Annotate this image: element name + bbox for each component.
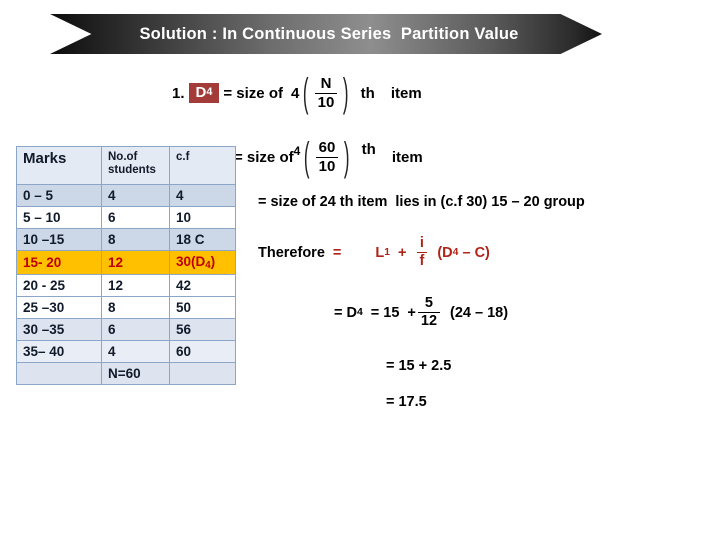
line4-fraction: i f [416, 235, 428, 269]
cell-students: 12 [101, 274, 170, 298]
cell-cf-empty [169, 362, 236, 386]
cell-students: 8 [101, 228, 170, 251]
table-header-row: Marks No.of students c.f [16, 146, 236, 185]
line4-plus: + [398, 244, 407, 261]
frequency-table-container: Marks No.of students c.f 0 – 5 4 4 5 – 1… [16, 146, 236, 386]
line2-item: item [391, 148, 423, 166]
line5-equals-15: = 15 [370, 304, 400, 321]
line1-item: item [390, 84, 422, 102]
line2-equals-size-of: = size of [234, 148, 294, 166]
right-paren-icon: ) [343, 70, 349, 115]
cell-students: 8 [101, 296, 170, 320]
line4-tail-close: – C) [458, 244, 490, 261]
therefore-label: Therefore [258, 244, 325, 261]
line5-equals-d4: = D [334, 304, 357, 321]
formula-line-3: = size of 24 th item lies in (c.f 30) 15… [258, 194, 585, 210]
formula-line-6: = 15 + 2.5 [386, 358, 452, 374]
d4-badge-letter: D [195, 84, 207, 102]
line4-L: L [375, 244, 385, 261]
line2-denominator: 10 [315, 156, 339, 175]
cell-marks: 25 –30 [16, 296, 102, 320]
cell-students: 6 [101, 206, 170, 229]
cell-marks: 20 - 25 [16, 274, 102, 298]
title-banner: Solution : In Continuous Series Partitio… [50, 14, 602, 54]
column-header-marks: Marks [16, 146, 102, 185]
cell-total-n: N=60 [101, 362, 170, 386]
line4-equals: = [332, 244, 342, 261]
cell-cf: 18 C [169, 228, 236, 251]
line5-numerator: 5 [424, 295, 433, 311]
line1-th: th [360, 84, 375, 102]
table-row: 35– 40 4 60 [16, 340, 236, 364]
cell-cf: 30(D4) [169, 249, 236, 276]
cell-marks-empty [16, 362, 102, 386]
line5-d4-subscript: 4 [356, 307, 363, 319]
table-row-highlighted: 15- 20 12 30(D4) [16, 249, 236, 276]
cell-cf: 50 [169, 296, 236, 320]
formula-line-7-result: = 17.5 [386, 394, 427, 410]
column-header-students: No.of students [101, 146, 170, 185]
cell-marks: 10 –15 [16, 228, 102, 251]
table-total-row: N=60 [16, 362, 236, 386]
line4-L-subscript: 1 [384, 247, 391, 259]
line1-coefficient: 4 [290, 84, 300, 102]
table-row: 25 –30 8 50 [16, 296, 236, 320]
cell-cf: 42 [169, 274, 236, 298]
table-row: 30 –35 6 56 [16, 318, 236, 342]
table-row: 10 –15 8 18 C [16, 228, 236, 251]
table-row: 20 - 25 12 42 [16, 274, 236, 298]
cf-highlight-close: ) [210, 254, 216, 269]
left-paren-icon: ( [304, 134, 310, 179]
cell-students: 12 [101, 249, 170, 276]
left-paren-icon: ( [303, 70, 309, 115]
cell-students: 4 [101, 340, 170, 364]
column-header-students-text: No.of students [108, 151, 156, 177]
line5-denominator: 12 [417, 312, 441, 329]
cell-marks: 15- 20 [16, 249, 102, 276]
cell-cf: 4 [169, 184, 236, 207]
frequency-table: Marks No.of students c.f 0 – 5 4 4 5 – 1… [16, 146, 236, 386]
line1-denominator: 10 [314, 92, 338, 111]
line5-plus: + [407, 304, 416, 321]
page-title: Solution : In Continuous Series Partitio… [139, 24, 519, 43]
line1-equals-size-of: = size of [223, 84, 283, 102]
line2-coefficient: 4 [293, 144, 301, 158]
cell-students: 4 [101, 184, 170, 207]
line2-fraction: 60 10 [315, 139, 339, 175]
line1-index: 1. [172, 84, 185, 102]
line5-fraction: 5 12 [417, 295, 441, 329]
cell-students: 6 [101, 318, 170, 342]
line1-numerator: N [320, 75, 332, 92]
line4-numerator: i [419, 235, 424, 251]
frequency-table-body: Marks No.of students c.f 0 – 5 4 4 5 – 1… [16, 146, 236, 386]
formula-line-5: = D4 = 15 + 5 12 (24 – 18) [334, 295, 509, 329]
line4-denominator: f [416, 252, 428, 269]
cell-marks: 30 –35 [16, 318, 102, 342]
line1-fraction: N 10 [314, 75, 338, 111]
cell-marks: 35– 40 [16, 340, 102, 364]
table-row: 0 – 5 4 4 [16, 184, 236, 207]
formula-line-1: 1. D4 = size of 4 ( N 10 ) th item [172, 70, 422, 115]
right-paren-icon: ) [344, 134, 350, 179]
line2-th: th [361, 141, 376, 158]
cell-cf: 10 [169, 206, 236, 229]
d4-badge-subscript: 4 [206, 86, 213, 99]
cell-cf: 60 [169, 340, 236, 364]
d4-badge: D4 [188, 83, 220, 104]
cell-marks: 5 – 10 [16, 206, 102, 229]
line5-tail: (24 – 18) [450, 304, 509, 321]
line2-numerator: 60 [318, 139, 336, 156]
cell-cf: 56 [169, 318, 236, 342]
formula-line-2: = size of 4 ( 60 10 ) th item [234, 134, 423, 179]
column-header-cf: c.f [169, 146, 236, 185]
line4-tail-open: (D [437, 244, 453, 261]
table-row: 5 – 10 6 10 [16, 206, 236, 229]
formula-line-4: Therefore = L1 + i f (D 4 – C) [258, 235, 490, 269]
cell-marks: 0 – 5 [16, 184, 102, 207]
cf-highlight-main: 30(D [176, 254, 206, 269]
